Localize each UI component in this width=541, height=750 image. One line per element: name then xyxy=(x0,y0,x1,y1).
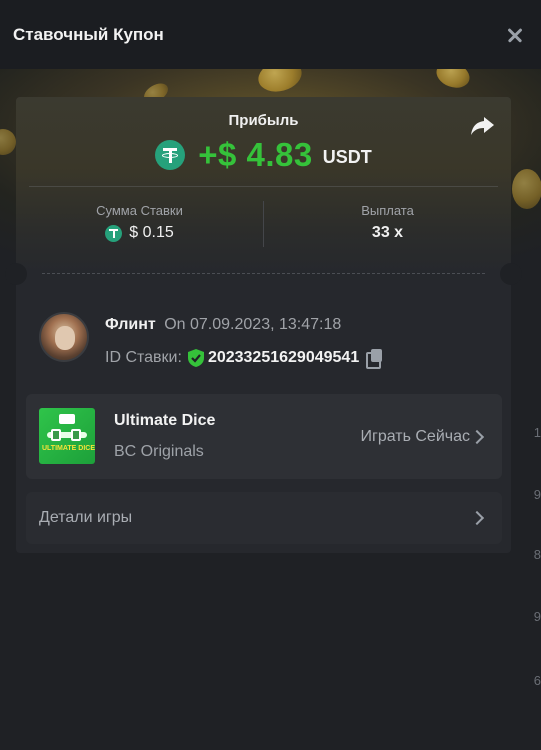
bet-date: On 07.09.2023, 13:47:18 xyxy=(164,316,342,333)
profit-amount: +$ 4.83 xyxy=(198,136,313,173)
chevron-right-icon xyxy=(469,429,485,445)
game-title: Ultimate Dice xyxy=(114,412,216,429)
tether-icon xyxy=(155,140,186,170)
play-now-button[interactable]: Играть Сейчас xyxy=(360,428,470,446)
payout-stat: Выплата 33 x xyxy=(264,203,511,242)
thumb-text: ULTIMATE DICE xyxy=(42,445,95,452)
avatar[interactable] xyxy=(39,312,89,362)
divider xyxy=(29,186,498,187)
bet-amount-value-row: $ 0.15 xyxy=(16,224,263,242)
game-details-row[interactable]: Детали игры xyxy=(26,492,502,544)
payout-value: 33 x xyxy=(371,224,404,241)
profit-panel: Прибыль +$ 4.83 USDT Сумма Ставки $ 0.15… xyxy=(16,97,511,273)
profit-currency: USDT xyxy=(322,146,372,167)
background-digit: 8 xyxy=(533,547,541,562)
coupon-header: Ставочный Купон xyxy=(0,0,541,69)
bet-amount-value: $ 0.15 xyxy=(129,224,174,241)
ticket-notch-right xyxy=(500,263,522,285)
avatar-face xyxy=(55,326,75,350)
background-digit: 1 xyxy=(533,425,541,440)
tether-icon xyxy=(105,224,123,242)
payout-value-row: 33 x xyxy=(264,224,511,242)
game-card[interactable]: ULTIMATE DICE Ultimate Dice BC Originals… xyxy=(26,394,502,479)
game-details-label: Детали игры xyxy=(39,509,133,526)
payout-label: Выплата xyxy=(361,203,414,218)
bet-coupon-card: Прибыль +$ 4.83 USDT Сумма Ставки $ 0.15… xyxy=(5,97,522,553)
ticket-notch-left xyxy=(5,263,27,285)
background-digit: 9 xyxy=(533,609,541,624)
share-icon[interactable] xyxy=(469,115,495,137)
profit-label: Прибыль xyxy=(228,112,299,129)
bet-amount-stat: Сумма Ставки $ 0.15 xyxy=(16,203,263,242)
shield-check-icon xyxy=(187,349,204,367)
page-title: Ставочный Купон xyxy=(13,24,164,44)
background-digit: 6 xyxy=(533,673,541,688)
close-icon[interactable] xyxy=(503,23,527,47)
copy-icon[interactable] xyxy=(366,349,384,369)
user-line: Флинт On 07.09.2023, 13:47:18 xyxy=(105,316,341,334)
bet-owner-row: Флинт On 07.09.2023, 13:47:18 ID Ставки:… xyxy=(39,312,499,369)
bet-id-label: ID Ставки: xyxy=(105,349,182,366)
game-provider: BC Originals xyxy=(114,443,204,460)
game-thumbnail: ULTIMATE DICE xyxy=(39,408,95,464)
profit-row: +$ 4.83 USDT xyxy=(16,136,511,174)
bet-id-line: ID Ставки: 20233251629049541 xyxy=(105,348,384,369)
username[interactable]: Флинт xyxy=(105,316,156,333)
decorative-coin xyxy=(512,169,541,209)
bet-amount-label: Сумма Ставки xyxy=(96,203,183,218)
coupon-body: 1 9 8 9 6 Прибыль +$ 4.83 USDT Сумма Ста… xyxy=(0,69,541,750)
background-digit: 9 xyxy=(533,487,541,502)
thumb-knob xyxy=(51,429,61,441)
thumb-knob xyxy=(71,429,81,441)
chevron-right-icon xyxy=(469,510,485,526)
dashed-divider xyxy=(42,273,485,274)
bet-id: 20233251629049541 xyxy=(207,349,360,366)
thumb-badge xyxy=(59,414,75,424)
